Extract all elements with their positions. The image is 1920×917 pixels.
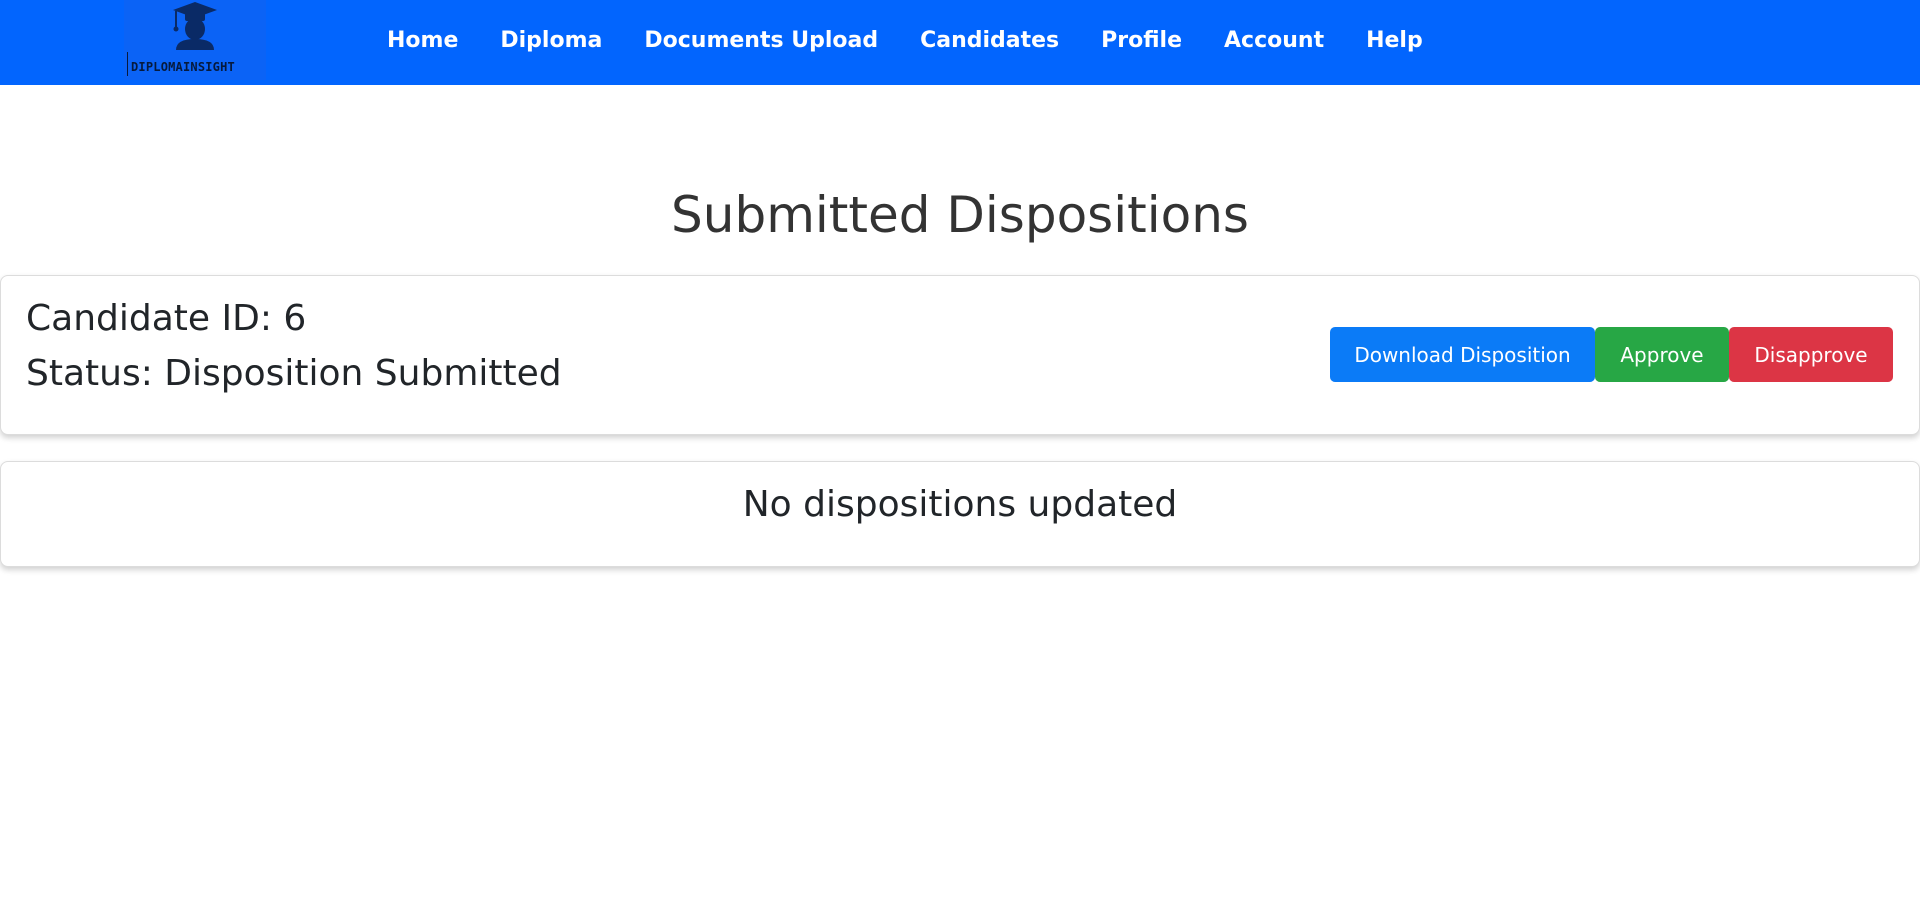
nav-candidates[interactable]: Candidates (920, 28, 1059, 53)
download-disposition-button[interactable]: Download Disposition (1330, 327, 1595, 382)
page-title: Submitted Dispositions (671, 186, 1249, 244)
main-nav: Home Diploma Documents Upload Candidates… (387, 0, 1465, 80)
nav-profile[interactable]: Profile (1101, 28, 1182, 53)
brand-name: DIPLOMAINSIGHT (131, 60, 235, 74)
logo-divider (127, 52, 128, 76)
disposition-actions: Download Disposition Approve Disapprove (1330, 327, 1893, 382)
brand-logo[interactable]: DIPLOMAINSIGHT (124, 0, 266, 80)
approve-button[interactable]: Approve (1595, 327, 1729, 382)
empty-state-message: No dispositions updated (742, 484, 1178, 525)
graduate-icon (173, 2, 217, 50)
nav-diploma[interactable]: Diploma (500, 28, 602, 53)
candidate-status: Status: Disposition Submitted (26, 353, 562, 394)
top-navbar: DIPLOMAINSIGHT Home Diploma Documents Up… (0, 0, 1920, 85)
candidate-id: Candidate ID: 6 (26, 298, 307, 339)
disapprove-button[interactable]: Disapprove (1729, 327, 1893, 382)
nav-help[interactable]: Help (1366, 28, 1423, 53)
nav-home[interactable]: Home (387, 28, 458, 53)
nav-documents-upload[interactable]: Documents Upload (644, 28, 878, 53)
nav-account[interactable]: Account (1224, 28, 1324, 53)
